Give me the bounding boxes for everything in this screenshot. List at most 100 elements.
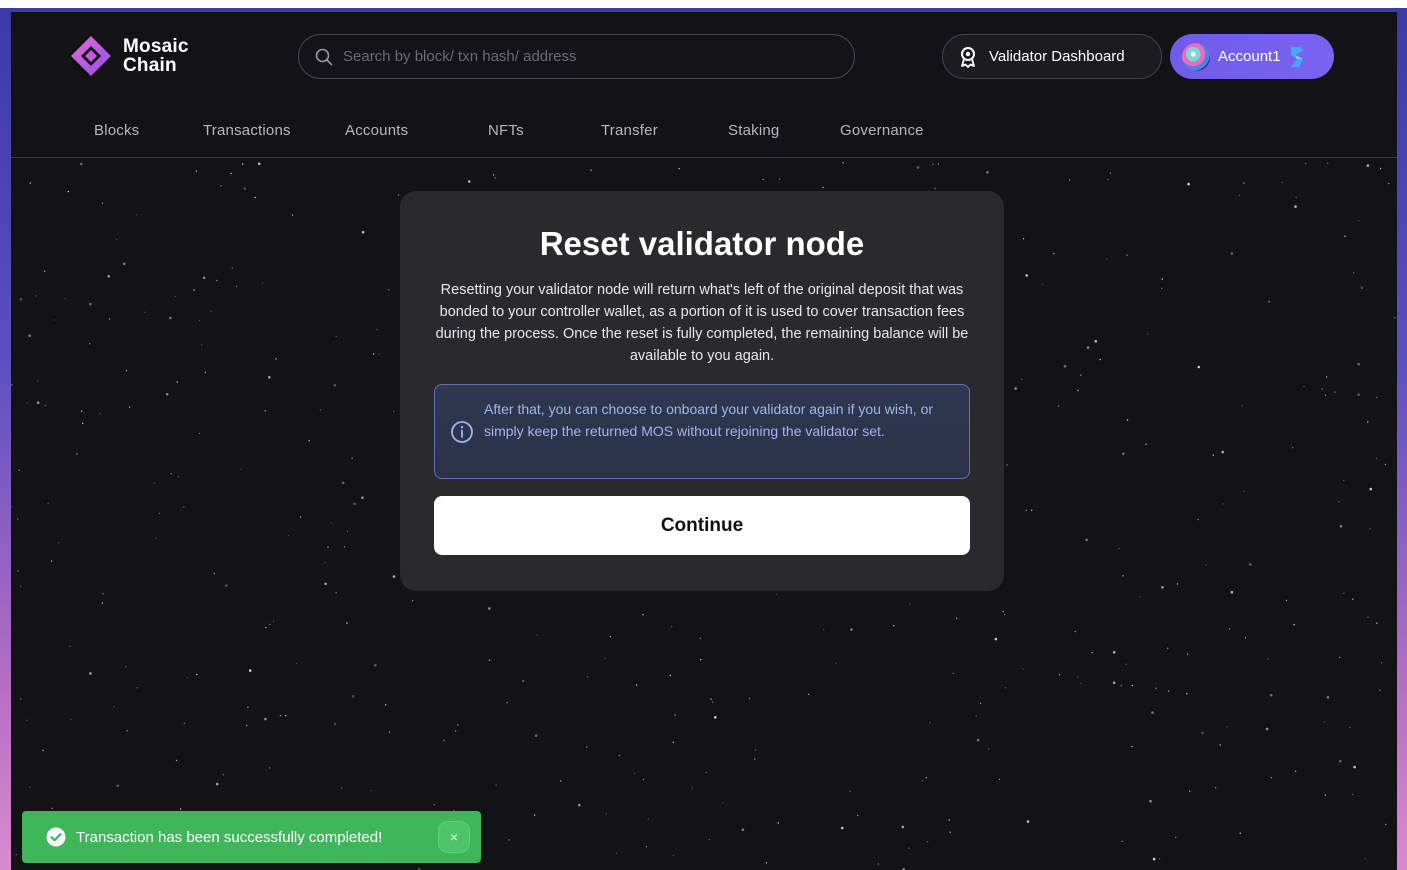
star	[1344, 235, 1346, 237]
account-label: Account1	[1218, 48, 1281, 65]
mosaic-chain-logo[interactable]: Mosaic Chain	[69, 34, 189, 78]
search-bar[interactable]	[298, 34, 855, 79]
star	[1379, 689, 1381, 691]
star	[741, 828, 745, 831]
star	[1145, 443, 1147, 445]
star	[26, 402, 28, 404]
star	[934, 187, 936, 190]
star	[1214, 787, 1217, 789]
validator-dashboard-button[interactable]: Validator Dashboard	[942, 34, 1162, 79]
modal-description: Resetting your validator node will retur…	[435, 282, 969, 364]
star	[1324, 794, 1327, 796]
star	[231, 267, 233, 269]
star	[240, 468, 242, 470]
star	[89, 343, 91, 345]
search-input[interactable]	[343, 48, 843, 65]
star	[674, 714, 676, 716]
star	[1228, 628, 1231, 630]
star	[183, 506, 185, 508]
star	[17, 570, 19, 572]
star	[330, 521, 333, 524]
nav-item-accounts[interactable]: Accounts	[345, 122, 408, 139]
star	[1152, 857, 1156, 861]
star	[645, 846, 648, 848]
star	[1366, 164, 1370, 167]
star	[714, 716, 717, 719]
wallet-logo-icon	[1290, 46, 1303, 67]
star	[388, 289, 390, 291]
star	[932, 163, 934, 165]
star	[778, 178, 781, 180]
star	[20, 585, 22, 587]
star	[107, 275, 110, 278]
star	[1352, 598, 1354, 600]
star	[1109, 172, 1112, 174]
continue-button[interactable]: Continue	[434, 496, 970, 555]
star	[633, 772, 636, 775]
star	[722, 801, 724, 804]
nav-item-transactions[interactable]: Transactions	[203, 122, 291, 139]
star	[254, 196, 256, 199]
star	[908, 847, 910, 849]
star	[1267, 658, 1269, 660]
star	[1285, 599, 1288, 602]
main-nav: Blocks Transactions Accounts NFTs Transf…	[11, 122, 1397, 158]
star	[18, 469, 20, 471]
star	[1343, 592, 1345, 594]
account-button[interactable]: Account1	[1170, 34, 1334, 79]
star	[642, 778, 645, 781]
star	[1327, 162, 1329, 164]
star	[712, 701, 714, 703]
star	[1292, 447, 1294, 449]
star	[937, 163, 940, 165]
star	[1197, 365, 1201, 369]
star	[70, 718, 72, 721]
star	[275, 358, 277, 360]
star	[1243, 490, 1245, 492]
nav-item-blocks[interactable]: Blocks	[94, 122, 139, 139]
star	[1086, 346, 1090, 349]
star	[700, 658, 702, 661]
star	[176, 381, 178, 383]
star	[67, 190, 69, 193]
star	[777, 822, 779, 824]
star	[1131, 745, 1133, 748]
star	[1161, 287, 1163, 289]
star	[840, 826, 844, 830]
star	[560, 780, 562, 782]
star	[1077, 389, 1079, 392]
star	[116, 784, 120, 788]
success-toast: Transaction has been successfully comple…	[22, 811, 481, 863]
star	[1025, 274, 1028, 277]
star	[1006, 464, 1008, 466]
app-screen: Mosaic Chain Validator Dashboard Accou	[11, 12, 1397, 870]
star	[506, 702, 508, 704]
star	[1176, 583, 1179, 585]
star	[1167, 647, 1169, 649]
star	[265, 626, 267, 629]
star	[102, 593, 104, 595]
info-text: After that, you can choose to onboard yo…	[484, 401, 934, 439]
star	[361, 230, 365, 234]
star	[678, 167, 680, 170]
nav-item-governance[interactable]: Governance	[840, 122, 924, 139]
star	[1002, 610, 1004, 613]
star	[155, 537, 157, 539]
nav-item-transfer[interactable]: Transfer	[601, 122, 658, 139]
star	[81, 410, 83, 412]
star	[180, 808, 182, 810]
star	[1379, 167, 1382, 170]
nav-item-staking[interactable]: Staking	[728, 122, 779, 139]
nav-item-nfts[interactable]: NFTs	[488, 122, 524, 139]
star	[842, 162, 844, 164]
star	[136, 687, 138, 689]
star	[264, 410, 266, 412]
star	[1295, 196, 1297, 199]
star	[605, 813, 607, 815]
star	[1057, 405, 1060, 407]
modal-title: Reset validator node	[539, 225, 865, 262]
star	[341, 787, 343, 789]
toast-close-button[interactable]: ×	[438, 821, 470, 853]
star	[1269, 694, 1273, 697]
star	[19, 297, 23, 301]
